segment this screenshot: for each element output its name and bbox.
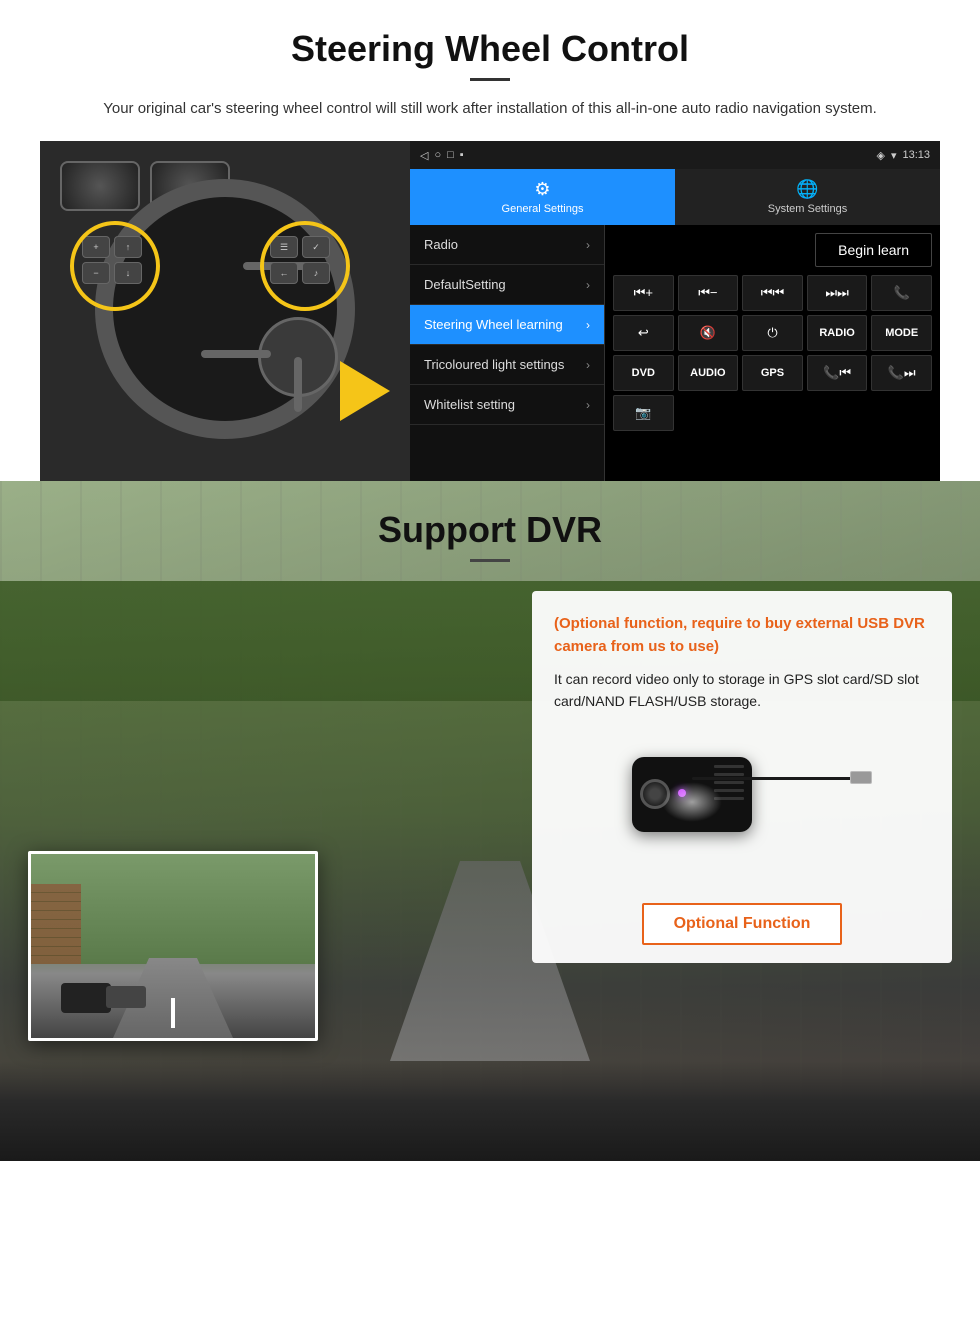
menu-item-tricolour[interactable]: Tricoloured light settings › <box>410 345 604 385</box>
home-icon: ○ <box>434 149 441 161</box>
steering-wheel-image: + ↑ − ↓ ☰ ✓ ← ♪ <box>40 141 410 481</box>
gear-icon: ⚙ <box>534 179 550 200</box>
ctrl-audio[interactable]: AUDIO <box>678 355 739 391</box>
direction-arrow <box>340 361 390 421</box>
dvr-info-card: (Optional function, require to buy exter… <box>532 591 952 963</box>
nav-icons: ◁ ○ □ ▪ <box>420 149 464 162</box>
car-silhouette-2 <box>106 986 146 1008</box>
ctrl-power[interactable]: ⏻ <box>742 315 803 351</box>
menu-item-steering[interactable]: Steering Wheel learning › <box>410 305 604 345</box>
dashboard-area <box>0 1061 980 1161</box>
begin-learn-row: Begin learn <box>613 233 932 267</box>
control-buttons-grid: ⏮+ ⏮− ⏮⏮ ⏭⏭ 📞 ↩ 🔇 ⏻ RADIO MODE DVD AUDIO <box>613 275 932 431</box>
tab-general-label: General Settings <box>502 203 584 215</box>
optional-function-button[interactable]: Optional Function <box>642 903 843 945</box>
usb-plug <box>850 771 872 784</box>
dvr-camera-illustration <box>612 727 872 887</box>
tab-system-settings[interactable]: 🌐 System Settings <box>675 169 940 225</box>
section-steering-wheel: Steering Wheel Control Your original car… <box>0 0 980 481</box>
menu-item-whitelist[interactable]: Whitelist setting › <box>410 385 604 425</box>
ctrl-hangup[interactable]: ↩ <box>613 315 674 351</box>
menu-area: Radio › DefaultSetting › Steering Wheel … <box>410 225 940 481</box>
car-silhouette-1 <box>61 983 111 1013</box>
camera-glow <box>662 782 722 822</box>
spoke-bottom <box>294 357 302 412</box>
status-bar: ◁ ○ □ ▪ ◈ ▾ 13:13 <box>410 141 940 169</box>
settings-tabs: ⚙ General Settings 🌐 System Settings <box>410 169 940 225</box>
ctrl-mute[interactable]: 🔇 <box>678 315 739 351</box>
ctrl-dvd[interactable]: DVD <box>613 355 674 391</box>
ctrl-next-track[interactable]: ⏭⏭ <box>807 275 868 311</box>
speedometer-dial <box>60 161 140 211</box>
chevron-icon: › <box>586 238 590 252</box>
ctrl-prev-track[interactable]: ⏮⏮ <box>742 275 803 311</box>
tab-system-label: System Settings <box>768 203 847 215</box>
chevron-icon: › <box>586 398 590 412</box>
menu-radio-label: Radio <box>424 237 458 252</box>
dvr-title: Support DVR <box>0 509 980 551</box>
clock: 13:13 <box>902 149 930 161</box>
dvr-divider <box>470 559 510 562</box>
section-subtitle: Your original car's steering wheel contr… <box>40 97 940 121</box>
ui-container: + ↑ − ↓ ☰ ✓ ← ♪ ◁ ○ <box>40 141 940 481</box>
chevron-icon: › <box>586 358 590 372</box>
dvr-optional-text: (Optional function, require to buy exter… <box>554 613 930 658</box>
tab-general-settings[interactable]: ⚙ General Settings <box>410 169 675 225</box>
ctrl-camera[interactable]: 📷 <box>613 395 674 431</box>
menu-right-panel: Begin learn ⏮+ ⏮− ⏮⏮ ⏭⏭ 📞 ↩ 🔇 ⏻ <box>605 225 940 481</box>
dashcam-screen-inset <box>28 851 318 1041</box>
menu-left-panel: Radio › DefaultSetting › Steering Wheel … <box>410 225 605 481</box>
dvr-background: Support DVR (Optional function, require … <box>0 481 980 1161</box>
road-center-line <box>171 998 175 1028</box>
recent-icon: □ <box>447 149 454 161</box>
dvr-description: It can record video only to storage in G… <box>554 668 930 713</box>
section-dvr: Support DVR (Optional function, require … <box>0 481 980 1161</box>
menu-item-default[interactable]: DefaultSetting › <box>410 265 604 305</box>
system-icons: ◈ ▾ 13:13 <box>876 149 930 162</box>
spoke-left <box>201 350 271 358</box>
ctrl-phone[interactable]: 📞 <box>871 275 932 311</box>
menu-tricolour-label: Tricoloured light settings <box>424 357 564 372</box>
menu-steering-label: Steering Wheel learning <box>424 317 563 332</box>
ctrl-vol-down[interactable]: ⏮− <box>678 275 739 311</box>
chevron-icon: › <box>586 278 590 292</box>
menu-default-label: DefaultSetting <box>424 277 506 292</box>
menu-item-radio[interactable]: Radio › <box>410 225 604 265</box>
highlight-left <box>70 221 160 311</box>
page-title: Steering Wheel Control <box>40 28 940 70</box>
menu-whitelist-label: Whitelist setting <box>424 397 515 412</box>
ctrl-radio[interactable]: RADIO <box>807 315 868 351</box>
ctrl-vol-up[interactable]: ⏮+ <box>613 275 674 311</box>
chevron-icon: › <box>586 318 590 332</box>
back-icon: ◁ <box>420 149 428 162</box>
wifi-icon: ▾ <box>891 149 897 162</box>
gps-icon: ◈ <box>876 149 884 162</box>
ctrl-phone-prev[interactable]: 📞⏮ <box>807 355 868 391</box>
menu-icon: ▪ <box>460 149 464 161</box>
ctrl-mode[interactable]: MODE <box>871 315 932 351</box>
globe-icon: 🌐 <box>796 179 818 200</box>
title-divider <box>470 78 510 81</box>
ctrl-gps[interactable]: GPS <box>742 355 803 391</box>
begin-learn-button[interactable]: Begin learn <box>815 233 932 267</box>
highlight-right <box>260 221 350 311</box>
ctrl-phone-next[interactable]: 📞⏭ <box>871 355 932 391</box>
dvr-title-area: Support DVR <box>0 481 980 576</box>
android-screen: ◁ ○ □ ▪ ◈ ▾ 13:13 ⚙ General Settings <box>410 141 940 481</box>
usb-cable <box>692 777 872 780</box>
